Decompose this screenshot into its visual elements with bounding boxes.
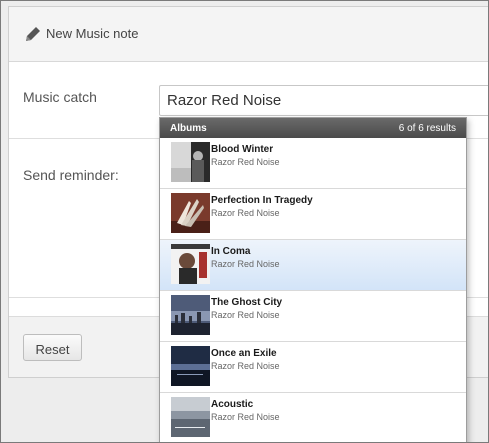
dropdown-category-title: Albums — [170, 123, 207, 134]
app-window: New Music note Music catch Send reminder… — [0, 0, 489, 443]
album-option[interactable]: Blood Winter Razor Red Noise — [160, 138, 466, 189]
autocomplete-dropdown: Albums 6 of 6 results Blood Winter Razor… — [159, 117, 467, 442]
album-title: The Ghost City — [211, 297, 283, 308]
reset-button[interactable]: Reset — [23, 334, 82, 361]
album-option-selected[interactable]: In Coma Razor Red Noise — [160, 240, 466, 291]
album-title: In Coma — [211, 246, 251, 257]
album-title: Once an Exile — [211, 348, 277, 359]
album-artist: Razor Red Noise — [211, 259, 280, 269]
album-cover-icon — [171, 142, 210, 182]
album-cover-icon — [171, 295, 210, 335]
album-option[interactable]: Perfection In Tragedy Razor Red Noise — [160, 189, 466, 240]
album-option[interactable]: Once an Exile Razor Red Noise — [160, 342, 466, 393]
album-cover-icon — [171, 193, 210, 233]
album-artist: Razor Red Noise — [211, 412, 280, 422]
music-catch-input[interactable] — [159, 85, 488, 116]
album-title: Acoustic — [211, 399, 254, 410]
album-cover-icon — [171, 397, 210, 437]
album-title: Perfection In Tragedy — [211, 195, 313, 206]
dropdown-header: Albums 6 of 6 results — [160, 118, 466, 138]
album-artist: Razor Red Noise — [211, 310, 280, 320]
panel-header: New Music note — [9, 7, 488, 62]
album-option[interactable]: Acoustic Razor Red Noise — [160, 393, 466, 442]
panel-title: New Music note — [46, 26, 139, 41]
music-catch-label: Music catch — [23, 89, 97, 105]
pencil-icon — [26, 27, 40, 41]
results-count: 6 of 6 results — [398, 123, 456, 134]
send-reminder-label: Send reminder: — [23, 167, 119, 183]
album-artist: Razor Red Noise — [211, 208, 280, 218]
album-artist: Razor Red Noise — [211, 157, 280, 167]
album-cover-icon — [171, 244, 210, 284]
album-title: Blood Winter — [211, 144, 274, 155]
album-option[interactable]: The Ghost City Razor Red Noise — [160, 291, 466, 342]
album-cover-icon — [171, 346, 210, 386]
album-artist: Razor Red Noise — [211, 361, 280, 371]
